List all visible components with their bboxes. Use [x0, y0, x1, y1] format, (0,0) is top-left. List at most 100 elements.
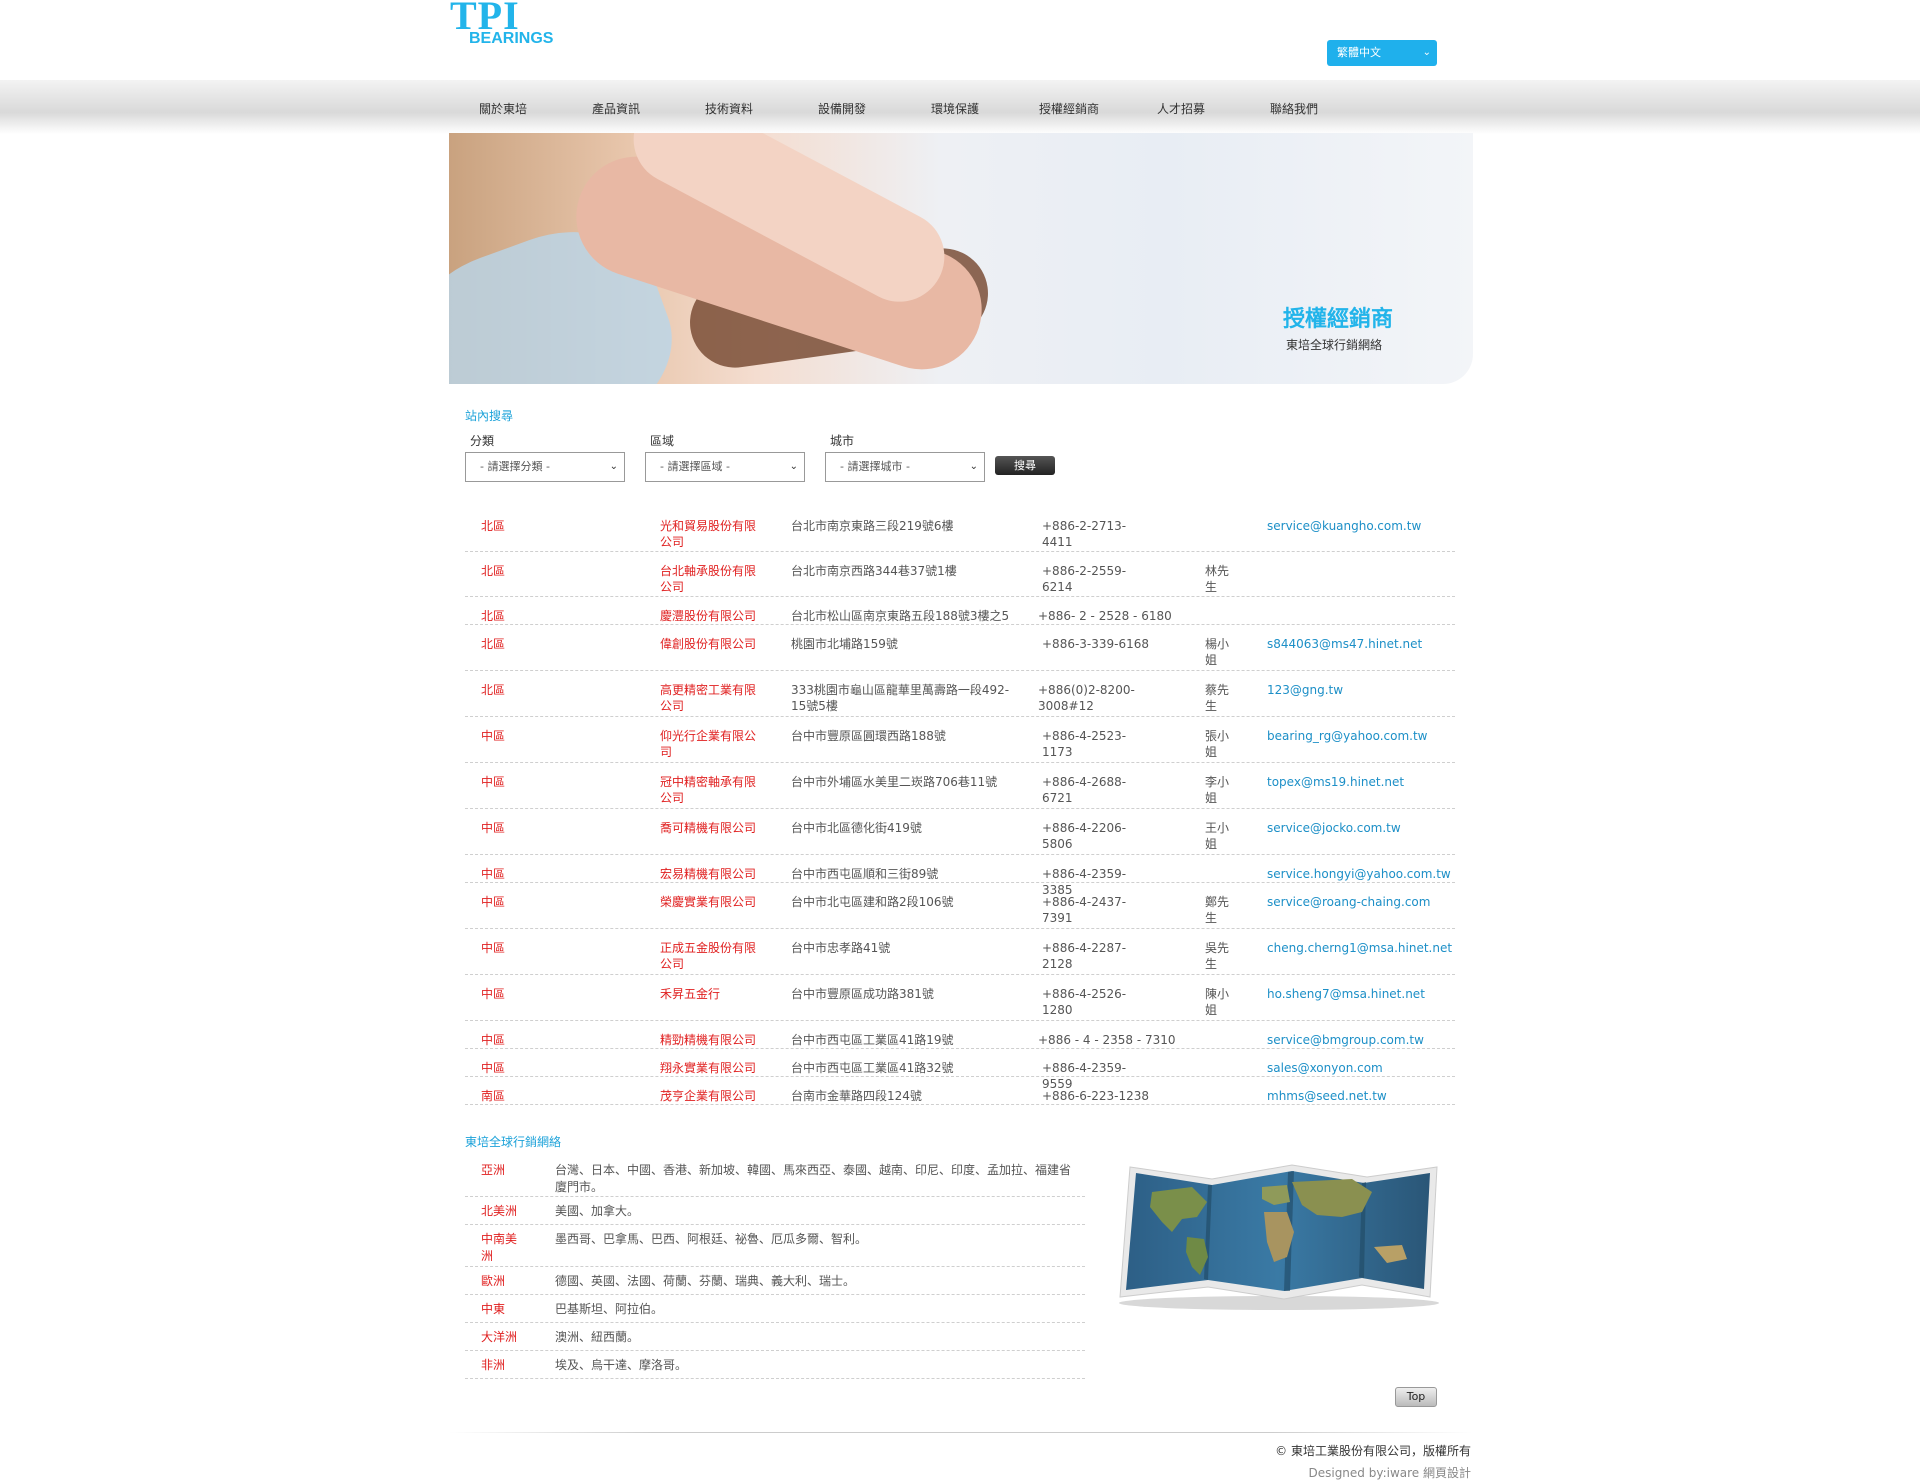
dealer-email[interactable]: cheng.cherng1@msa.hinet.net: [1267, 940, 1452, 956]
dealer-phone: +886-4-2287-2128: [1042, 941, 1127, 971]
dealer-name[interactable]: 正成五金股份有限公司: [660, 940, 760, 972]
dealer-email[interactable]: service@kuangho.com.tw: [1267, 518, 1421, 534]
dealer-contact: 蔡先生: [1205, 683, 1230, 713]
world-map-image: [1112, 1157, 1446, 1312]
dealer-name[interactable]: 禾昇五金行: [660, 986, 760, 1002]
category-select[interactable]: - 請選擇分類 - ⌄: [465, 452, 625, 482]
table-row: 中區 喬可精機有限公司 台中市北區德化街419號 +886-4-2206-580…: [465, 809, 1455, 855]
region-countries: 美國、加拿大。: [555, 1204, 640, 1218]
language-label: 繁體中文: [1337, 46, 1381, 59]
main-nav: 關於東培 產品資訊 技術資料 設備開發 環境保護 授權經銷商 人才招募 聯絡我們: [449, 80, 1473, 134]
dealer-name[interactable]: 茂亨企業有限公司: [660, 1088, 760, 1104]
dealer-contact: 張小姐: [1205, 729, 1230, 759]
region-name: 中東: [481, 1302, 506, 1316]
dealer-name[interactable]: 榮慶實業有限公司: [660, 894, 760, 910]
nav-environment[interactable]: 環境保護: [931, 100, 979, 117]
city-select[interactable]: - 請選擇城市 - ⌄: [825, 452, 985, 482]
dealer-email[interactable]: mhms@seed.net.tw: [1267, 1088, 1387, 1104]
region-name: 非洲: [481, 1358, 506, 1372]
dealer-address: 台中市西屯區順和三街89號: [791, 867, 939, 881]
banner-subtitle: 東培全球行銷網絡: [1286, 338, 1383, 352]
dealer-contact: 陳小姐: [1205, 987, 1230, 1017]
city-select-value: - 請選擇城市 -: [840, 460, 910, 473]
dealer-area: 北區: [481, 683, 506, 697]
dealer-email[interactable]: service@bmgroup.com.tw: [1267, 1032, 1424, 1048]
table-row: 中區 精勁精機有限公司 台中市西屯區工業區41路19號 +886 - 4 - 2…: [465, 1021, 1455, 1049]
dealer-phone: +886-6-223-1238: [1042, 1089, 1150, 1103]
dealer-email[interactable]: service@roang-chaing.com: [1267, 894, 1430, 910]
search-button[interactable]: 搜尋: [995, 456, 1055, 475]
dealer-address: 桃園市北埔路159號: [791, 637, 898, 651]
dealer-name[interactable]: 宏易精機有限公司: [660, 866, 760, 882]
region-name: 歐洲: [481, 1274, 506, 1288]
table-row: 北區 台北軸承股份有限公司 台北市南京西路344巷37號1樓 +886-2-25…: [465, 552, 1455, 597]
dealer-contact: 王小姐: [1205, 821, 1230, 851]
chevron-down-icon: ⌄: [969, 461, 978, 472]
region-countries: 台灣、日本、中國、香港、新加坡、韓國、馬來西亞、泰國、越南、印尼、印度、孟加拉、…: [555, 1163, 1072, 1194]
nav-technical[interactable]: 技術資料: [705, 100, 753, 117]
logo-bearings: BEARINGS: [469, 30, 554, 47]
search-section-title: 站內搜尋: [465, 409, 514, 423]
dealer-contact: 李小姐: [1205, 775, 1230, 805]
dealer-email[interactable]: service.hongyi@yahoo.com.tw: [1267, 866, 1451, 882]
designer-credit[interactable]: Designed by:iware 網頁設計: [1308, 1464, 1471, 1481]
dealer-email[interactable]: topex@ms19.hinet.net: [1267, 774, 1404, 790]
list-item: 歐洲 德國、英國、法國、荷蘭、芬蘭、瑞典、義大利、瑞士。: [465, 1267, 1085, 1295]
dealer-email[interactable]: bearing_rg@yahoo.com.tw: [1267, 728, 1428, 744]
dealer-area: 中區: [481, 987, 506, 1001]
region-countries: 埃及、烏干達、摩洛哥。: [555, 1358, 688, 1372]
dealer-phone: +886 - 4 - 2358 - 7310: [1038, 1033, 1176, 1047]
dealer-email[interactable]: s844063@ms47.hinet.net: [1267, 636, 1422, 652]
dealer-name[interactable]: 偉創股份有限公司: [660, 636, 760, 652]
dealer-area: 中區: [481, 867, 506, 881]
list-item: 大洋洲 澳洲、紐西蘭。: [465, 1323, 1085, 1351]
dealer-name[interactable]: 台北軸承股份有限公司: [660, 563, 760, 595]
chevron-down-icon: ⌄: [789, 461, 798, 472]
table-row: 北區 光和貿易股份有限公司 台北市南京東路三段219號6樓 +886-2-271…: [465, 507, 1455, 552]
dealer-name[interactable]: 高更精密工業有限公司: [660, 682, 760, 714]
region-select[interactable]: - 請選擇區域 - ⌄: [645, 452, 805, 482]
nav-products[interactable]: 產品資訊: [592, 100, 640, 117]
dealer-area: 中區: [481, 729, 506, 743]
dealer-phone: +886-2-2559-6214: [1042, 564, 1127, 594]
banner-title: 授權經銷商: [1283, 307, 1394, 332]
dealer-name[interactable]: 慶灃股份有限公司: [660, 608, 760, 624]
nav-careers[interactable]: 人才招募: [1157, 100, 1205, 117]
dealer-phone: +886-4-2437-7391: [1042, 895, 1127, 925]
dealer-address: 台北市南京東路三段219號6樓: [791, 519, 954, 533]
global-network-title: 東培全球行銷網絡: [465, 1135, 562, 1149]
category-label: 分類: [470, 434, 495, 448]
chevron-down-icon: ⌄: [1422, 47, 1431, 58]
dealer-address: 台南市金華路四段124號: [791, 1089, 922, 1103]
dealer-address: 台北市松山區南京東路五段188號3樓之5: [791, 609, 1010, 623]
dealer-area: 中區: [481, 1061, 506, 1075]
region-countries: 巴基斯坦、阿拉伯。: [555, 1302, 664, 1316]
dealer-phone: +886-2-2713-4411: [1042, 519, 1127, 549]
dealer-name[interactable]: 仰光行企業有限公司: [660, 728, 760, 760]
table-row: 北區 慶灃股份有限公司 台北市松山區南京東路五段188號3樓之5 +886- 2…: [465, 597, 1455, 625]
dealer-address: 台中市忠孝路41號: [791, 941, 891, 955]
nav-contact[interactable]: 聯絡我們: [1270, 100, 1318, 117]
nav-equipment[interactable]: 設備開發: [818, 100, 866, 117]
tpi-logo[interactable]: TPI BEARINGS: [450, 0, 582, 47]
dealer-area: 北區: [481, 519, 506, 533]
table-row: 中區 翔永實業有限公司 台中市西屯區工業區41路32號 +886-4-2359-…: [465, 1049, 1455, 1091]
category-select-value: - 請選擇分類 -: [480, 460, 550, 473]
dealer-name[interactable]: 喬可精機有限公司: [660, 820, 760, 836]
back-to-top-button[interactable]: Top: [1395, 1387, 1437, 1407]
nav-dealers[interactable]: 授權經銷商: [1039, 100, 1099, 117]
dealer-email[interactable]: sales@xonyon.com: [1267, 1060, 1383, 1076]
dealer-area: 中區: [481, 1033, 506, 1047]
dealer-email[interactable]: 123@gng.tw: [1267, 682, 1343, 698]
dealer-email[interactable]: service@jocko.com.tw: [1267, 820, 1401, 836]
dealer-area: 中區: [481, 895, 506, 909]
nav-about[interactable]: 關於東培: [479, 100, 527, 117]
dealer-email[interactable]: ho.sheng7@msa.hinet.net: [1267, 986, 1425, 1002]
dealer-name[interactable]: 光和貿易股份有限公司: [660, 518, 760, 550]
dealer-name[interactable]: 精勁精機有限公司: [660, 1032, 760, 1048]
dealer-name[interactable]: 冠中精密軸承有限公司: [660, 774, 760, 806]
dealer-name[interactable]: 翔永實業有限公司: [660, 1060, 760, 1076]
dealer-area: 南區: [481, 1089, 506, 1103]
language-select[interactable]: 繁體中文 ⌄: [1327, 40, 1437, 66]
chevron-down-icon: ⌄: [609, 461, 618, 472]
